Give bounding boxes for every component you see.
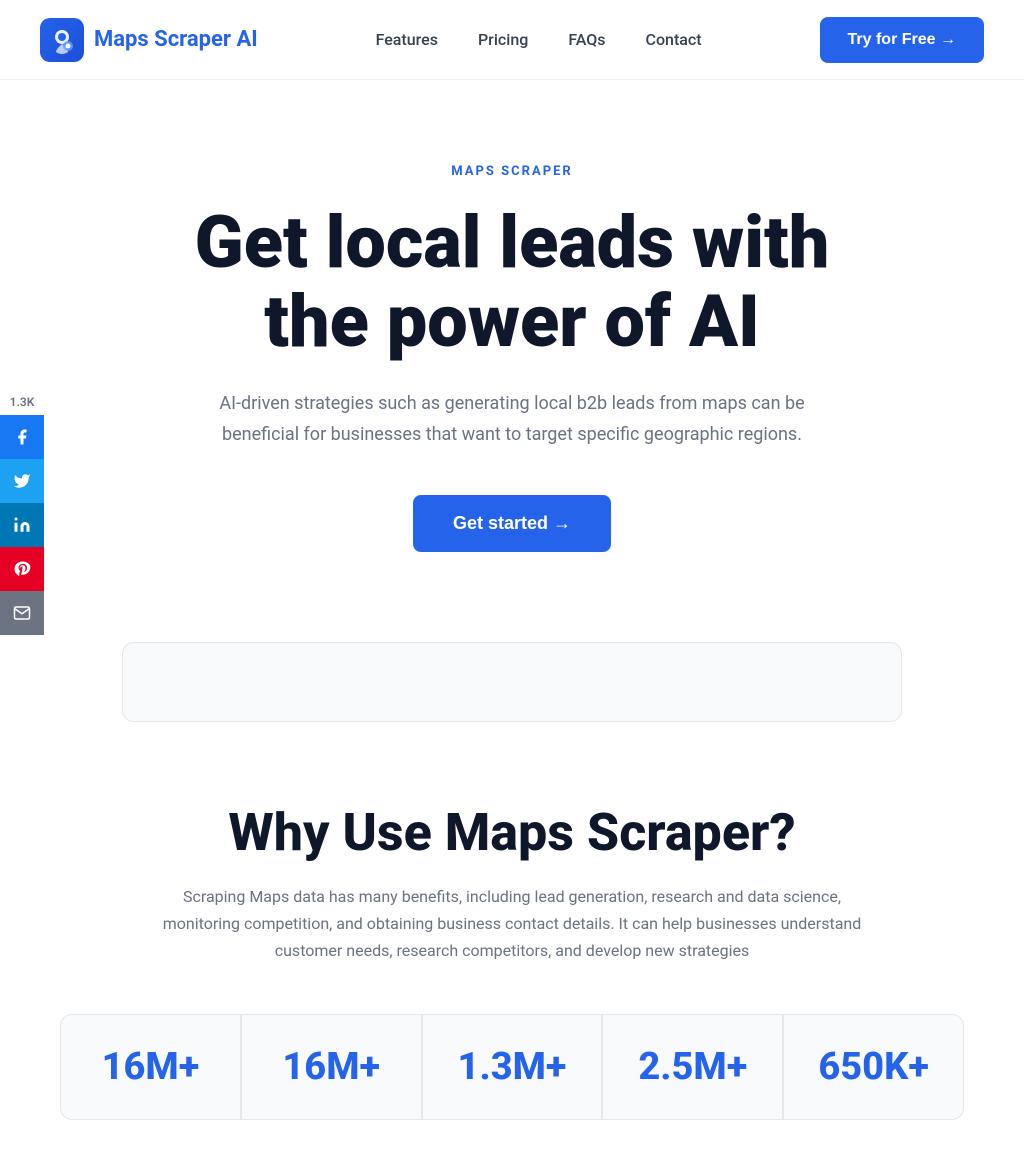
social-count: 1.3K [2, 389, 43, 415]
email-icon [13, 604, 31, 622]
stat-card-1: 16M+ [60, 1014, 241, 1120]
linkedin-share-button[interactable] [0, 503, 44, 547]
linkedin-icon [13, 516, 31, 534]
social-sidebar: 1.3K [0, 389, 44, 635]
twitter-icon [13, 472, 31, 490]
stats-grid: 16M+ 16M+ 1.3M+ 2.5M+ 650K+ [60, 1014, 964, 1120]
why-section: Why Use Maps Scraper? Scraping Maps data… [0, 722, 1024, 1160]
stat-card-4: 2.5M+ [602, 1014, 783, 1120]
twitter-share-button[interactable] [0, 459, 44, 503]
get-started-button[interactable]: Get started → [413, 495, 611, 552]
facebook-share-button[interactable] [0, 415, 44, 459]
nav-pricing[interactable]: Pricing [478, 30, 528, 49]
hero-image [122, 642, 902, 722]
stat-number-4: 2.5M+ [623, 1045, 762, 1089]
try-for-free-button[interactable]: Try for Free → [820, 17, 984, 63]
nav-contact[interactable]: Contact [646, 30, 702, 49]
pinterest-icon [13, 560, 31, 578]
nav-faqs[interactable]: FAQs [568, 30, 605, 49]
stat-card-2: 16M+ [241, 1014, 422, 1120]
hero-badge: MAPS SCRAPER [451, 164, 572, 179]
logo-text: Maps Scraper AI [94, 27, 258, 52]
pinterest-share-button[interactable] [0, 547, 44, 591]
hero-subtitle: AI-driven strategies such as generating … [202, 389, 822, 450]
why-subtitle: Scraping Maps data has many benefits, in… [162, 883, 862, 965]
email-share-button[interactable] [0, 591, 44, 635]
facebook-icon [13, 428, 31, 446]
stat-number-1: 16M+ [81, 1045, 220, 1089]
stat-number-2: 16M+ [262, 1045, 401, 1089]
hero-section: MAPS SCRAPER Get local leads with the po… [62, 80, 962, 592]
stat-card-5: 650K+ [783, 1014, 964, 1120]
nav-links: Features Pricing FAQs Contact [376, 30, 702, 49]
nav-features[interactable]: Features [376, 30, 438, 49]
logo-icon [40, 18, 84, 62]
navbar: Maps Scraper AI Features Pricing FAQs Co… [0, 0, 1024, 80]
stat-number-5: 650K+ [804, 1045, 943, 1089]
stat-number-3: 1.3M+ [443, 1045, 582, 1089]
hero-title: Get local leads with the power of AI [102, 203, 922, 361]
logo-link[interactable]: Maps Scraper AI [40, 18, 258, 62]
stat-card-3: 1.3M+ [422, 1014, 603, 1120]
why-title: Why Use Maps Scraper? [40, 802, 984, 863]
logo-svg [48, 26, 76, 54]
